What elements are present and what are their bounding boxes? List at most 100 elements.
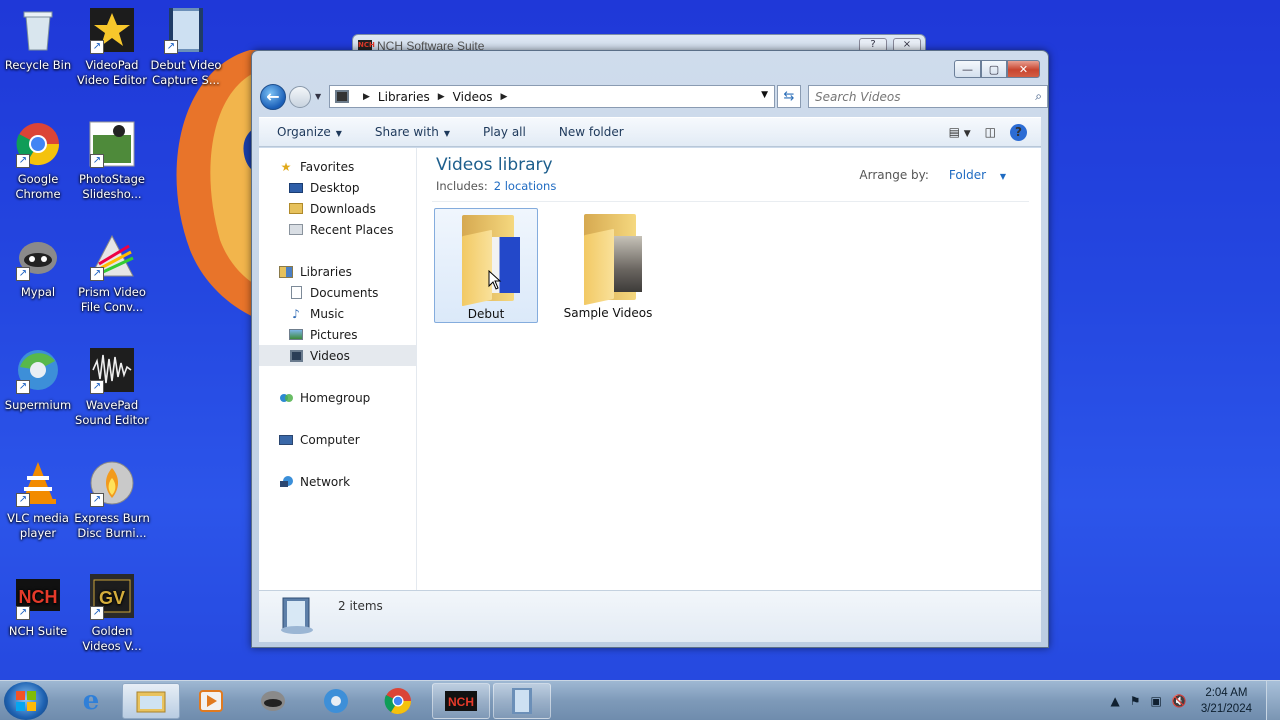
nav-homegroup[interactable]: Homegroup bbox=[278, 387, 370, 408]
desktop-icon-expressburn[interactable]: ↗ Express Burn Disc Burni... bbox=[74, 459, 150, 541]
search-icon[interactable]: ⌕ bbox=[1035, 89, 1042, 104]
includes-label: Includes: bbox=[436, 179, 488, 193]
desktop-icon-recycle-bin[interactable]: Recycle Bin bbox=[0, 6, 76, 73]
supermium-icon: ↗ bbox=[14, 346, 62, 394]
taskbar-supermium-button[interactable] bbox=[307, 683, 365, 719]
nav-music[interactable]: ♪ Music bbox=[288, 303, 344, 324]
svg-text:GV: GV bbox=[99, 588, 125, 608]
details-pane: 2 items bbox=[259, 590, 1041, 642]
nav-desktop[interactable]: Desktop bbox=[288, 177, 360, 198]
search-box[interactable]: ⌕ bbox=[808, 85, 1048, 108]
system-tray: ▲ ⚑ ▣ 🔇 2:04 AM 3/21/2024 bbox=[1101, 681, 1252, 720]
taskbar-debut-button[interactable] bbox=[493, 683, 551, 719]
windows-logo-icon bbox=[16, 691, 36, 711]
debut-icon: ↗ bbox=[162, 6, 210, 54]
nav-computer[interactable]: Computer bbox=[278, 429, 360, 450]
desktop-icon-vlc[interactable]: ↗ VLC media player bbox=[0, 459, 76, 541]
taskbar-media-player-button[interactable] bbox=[182, 683, 240, 719]
show-desktop-button[interactable] bbox=[1266, 681, 1280, 720]
nav-label: Music bbox=[310, 306, 345, 321]
close-button[interactable]: ✕ bbox=[1007, 60, 1040, 78]
nav-label: Favorites bbox=[300, 159, 355, 174]
share-with-button[interactable]: Share with ▼ bbox=[357, 125, 465, 139]
desktop-icon-wavepad[interactable]: ↗ WavePad Sound Editor bbox=[74, 346, 150, 428]
clock-time: 2:04 AM bbox=[1205, 687, 1248, 699]
chevron-right-icon[interactable]: ▶ bbox=[501, 92, 508, 102]
maximize-button[interactable]: ▢ bbox=[981, 60, 1007, 78]
taskbar-mypal-button[interactable] bbox=[244, 683, 302, 719]
taskbar-explorer-button[interactable] bbox=[122, 683, 180, 719]
nav-label: Computer bbox=[300, 432, 360, 447]
address-dropdown-icon[interactable]: ▼ bbox=[761, 90, 768, 100]
locations-link[interactable]: 2 locations bbox=[494, 179, 557, 193]
folder-item-debut[interactable]: Debut bbox=[434, 208, 538, 323]
desktop-icon-debut[interactable]: ↗ Debut Video Capture S... bbox=[148, 6, 224, 88]
desktop-icon-mypal[interactable]: ↗ Mypal bbox=[0, 233, 76, 300]
start-button[interactable] bbox=[4, 682, 48, 720]
taskbar-ie-button[interactable]: e bbox=[62, 683, 120, 719]
back-button[interactable]: ← bbox=[260, 84, 286, 110]
nav-documents[interactable]: Documents bbox=[288, 282, 378, 303]
network-tray-icon[interactable]: ▣ bbox=[1151, 694, 1162, 708]
nav-downloads[interactable]: Downloads bbox=[288, 198, 376, 219]
desktop-icon-chrome[interactable]: ↗ Google Chrome bbox=[0, 120, 76, 202]
play-all-button[interactable]: Play all bbox=[465, 125, 541, 139]
nav-videos[interactable]: Videos bbox=[259, 345, 416, 366]
address-bar[interactable]: ▶ Libraries ▶ Videos ▶ ▼ bbox=[329, 85, 775, 108]
desktop-icon-videopad[interactable]: ↗ VideoPad Video Editor bbox=[74, 6, 150, 88]
nav-network[interactable]: Network bbox=[278, 471, 350, 492]
new-folder-button[interactable]: New folder bbox=[541, 125, 639, 139]
search-input[interactable] bbox=[815, 87, 1015, 107]
nav-favorites[interactable]: ★ Favorites bbox=[278, 156, 355, 177]
nav-label: Videos bbox=[310, 348, 350, 363]
videos-library-icon bbox=[277, 597, 317, 635]
show-hidden-icons-icon[interactable]: ▲ bbox=[1111, 694, 1120, 708]
navigation-pane: ★ Favorites Desktop Downloads Recent Plac… bbox=[259, 148, 417, 590]
recent-pages-dropdown[interactable]: ▼ bbox=[315, 92, 321, 101]
library-includes: Includes: 2 locations bbox=[436, 179, 556, 193]
minimize-button[interactable]: — bbox=[954, 60, 981, 78]
nav-label: Pictures bbox=[310, 327, 358, 342]
folder-item-sample-videos[interactable]: Sample Videos bbox=[556, 208, 660, 323]
desktop-icon-label: Prism Video File Conv... bbox=[78, 285, 146, 314]
supermium-icon bbox=[324, 689, 348, 713]
volume-muted-icon[interactable]: 🔇 bbox=[1172, 694, 1187, 708]
navigation-bar: ← ▼ ▶ Libraries ▶ Videos ▶ ▼ ⇆ ⌕ bbox=[260, 84, 1048, 110]
taskbar-nch-suite-button[interactable]: NCH bbox=[432, 683, 490, 719]
pictures-icon bbox=[288, 328, 304, 342]
taskbar-chrome-button[interactable] bbox=[369, 683, 427, 719]
nav-libraries[interactable]: Libraries bbox=[278, 261, 352, 282]
computer-icon bbox=[278, 433, 294, 447]
library-title: Videos library bbox=[436, 155, 553, 175]
nav-pictures[interactable]: Pictures bbox=[288, 324, 358, 345]
forward-button[interactable] bbox=[289, 86, 311, 108]
change-view-icon[interactable]: ▤ ▼ bbox=[949, 125, 971, 139]
organize-button[interactable]: Organize ▼ bbox=[259, 125, 357, 139]
videopad-icon: ↗ bbox=[88, 6, 136, 54]
nav-label: Libraries bbox=[300, 264, 352, 279]
desktop-icon-prism[interactable]: ↗ Prism Video File Conv... bbox=[74, 233, 150, 315]
help-icon[interactable]: ? bbox=[1010, 123, 1027, 141]
folder-icon bbox=[454, 215, 520, 307]
breadcrumb-videos[interactable]: Videos bbox=[453, 90, 493, 104]
item-count: 2 items bbox=[338, 599, 383, 613]
desktop-icon-nch[interactable]: NCH ↗ NCH Suite bbox=[0, 572, 76, 639]
preview-pane-icon[interactable]: ◫ bbox=[985, 125, 996, 139]
arrange-dropdown[interactable]: Folder ▼ bbox=[939, 168, 1006, 182]
breadcrumb-libraries[interactable]: Libraries bbox=[378, 90, 430, 104]
svg-text:NCH: NCH bbox=[448, 695, 474, 709]
desktop-icon-goldenvideos[interactable]: GV ↗ Golden Videos V... bbox=[74, 572, 150, 654]
desktop-icon-label: WavePad Sound Editor bbox=[75, 398, 149, 427]
action-center-flag-icon[interactable]: ⚑ bbox=[1130, 694, 1141, 708]
wavepad-icon: ↗ bbox=[88, 346, 136, 394]
nav-label: Network bbox=[300, 474, 351, 489]
desktop-icon-photostage[interactable]: ↗ PhotoStage Slidesho... bbox=[74, 120, 150, 202]
chevron-right-icon: ▶ bbox=[363, 91, 370, 102]
desktop-icon-supermium[interactable]: ↗ Supermium bbox=[0, 346, 76, 413]
network-icon bbox=[278, 475, 294, 489]
chrome-icon: ↗ bbox=[14, 120, 62, 168]
caption-buttons: — ▢ ✕ bbox=[954, 60, 1040, 78]
nav-recent-places[interactable]: Recent Places bbox=[288, 219, 393, 240]
refresh-button[interactable]: ⇆ bbox=[777, 85, 801, 108]
clock[interactable]: 2:04 AM 3/21/2024 bbox=[1201, 685, 1252, 717]
